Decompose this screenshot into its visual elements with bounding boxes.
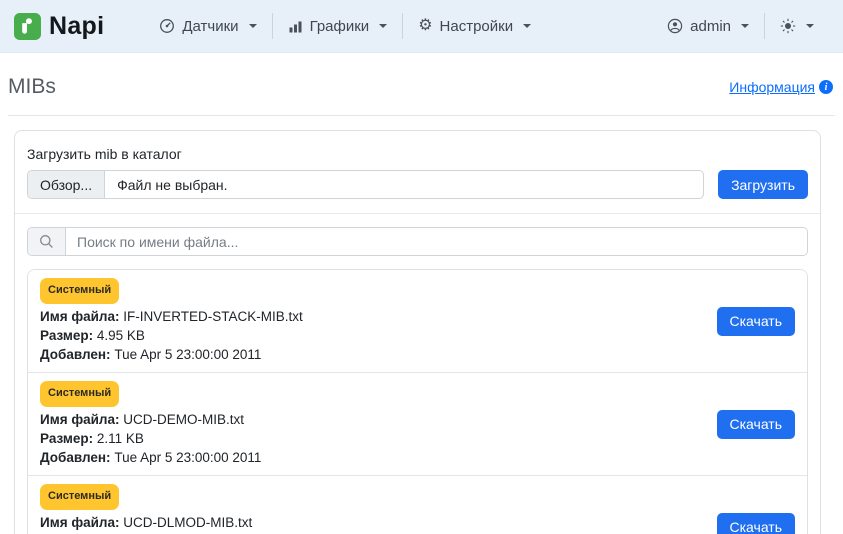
browse-button[interactable]: Обзор... (28, 171, 105, 198)
file-name-row: Имя файла: UCD-DLMOD-MIB.txt (40, 513, 261, 532)
system-badge: Системный (40, 381, 119, 407)
download-button[interactable]: Скачать (717, 307, 796, 336)
brand-name: Napi (49, 12, 104, 41)
search-group (27, 227, 808, 256)
file-size-row: Размер: 4.95 KB (40, 326, 303, 345)
napi-logo-icon (14, 13, 41, 40)
file-added-row: Добавлен: Tue Apr 5 23:00:00 2011 (40, 345, 303, 364)
sun-icon (780, 18, 796, 34)
card-divider (15, 213, 820, 214)
gear-icon: ⚙ (418, 18, 432, 34)
file-chosen-status: Файл не выбран. (105, 171, 239, 198)
upload-section-label: Загрузить mib в каталог (27, 146, 808, 162)
mibs-card: Загрузить mib в каталог Обзор... Файл не… (14, 130, 821, 534)
page-divider (8, 115, 835, 116)
chevron-down-icon (379, 24, 387, 28)
chevron-down-icon (806, 24, 814, 28)
download-button[interactable]: Скачать (717, 410, 796, 439)
page-title: MIBs (8, 75, 56, 99)
person-circle-icon (667, 18, 683, 34)
file-name-row: Имя файла: IF-INVERTED-STACK-MIB.txt (40, 307, 303, 326)
information-link[interactable]: Информация i (729, 79, 833, 95)
file-input[interactable]: Обзор... Файл не выбран. (27, 170, 704, 199)
system-badge: Системный (40, 278, 119, 304)
system-badge: Системный (40, 484, 119, 510)
chevron-down-icon (741, 24, 749, 28)
user-menu-label: admin (690, 18, 731, 35)
file-list-item: Системный Имя файла: UCD-DLMOD-MIB.txt Р… (28, 475, 807, 534)
search-icon (28, 228, 66, 255)
file-list-item: Системный Имя файла: IF-INVERTED-STACK-M… (28, 270, 807, 372)
file-list-item: Системный Имя файла: UCD-DEMO-MIB.txt Ра… (28, 372, 807, 475)
chevron-down-icon (523, 24, 531, 28)
nav-item-sensors[interactable]: Датчики (144, 12, 271, 41)
bar-chart-icon (288, 19, 303, 34)
file-added-row: Добавлен: Tue Apr 5 23:00:00 2011 (40, 448, 261, 467)
nav-item-label: Настройки (440, 18, 514, 35)
info-icon: i (819, 80, 833, 94)
chevron-down-icon (249, 24, 257, 28)
file-name-row: Имя файла: UCD-DEMO-MIB.txt (40, 410, 261, 429)
user-menu[interactable]: admin (652, 12, 764, 41)
brand-logo-link[interactable]: Napi (14, 12, 104, 41)
file-size-row: Размер: 2.11 KB (40, 429, 261, 448)
upload-button[interactable]: Загрузить (718, 170, 808, 199)
information-link-label: Информация (729, 79, 815, 95)
nav-item-charts[interactable]: Графики (273, 12, 403, 41)
speedometer-icon (159, 18, 175, 34)
top-navbar: Napi Датчики Графики ⚙ Настройки (0, 0, 843, 53)
mib-file-list: Системный Имя файла: IF-INVERTED-STACK-M… (27, 269, 808, 534)
theme-toggle[interactable] (765, 12, 829, 40)
download-button[interactable]: Скачать (717, 513, 796, 534)
nav-item-settings[interactable]: ⚙ Настройки (403, 12, 546, 41)
nav-item-label: Графики (310, 18, 370, 35)
search-input[interactable] (66, 228, 807, 255)
nav-item-label: Датчики (182, 18, 238, 35)
